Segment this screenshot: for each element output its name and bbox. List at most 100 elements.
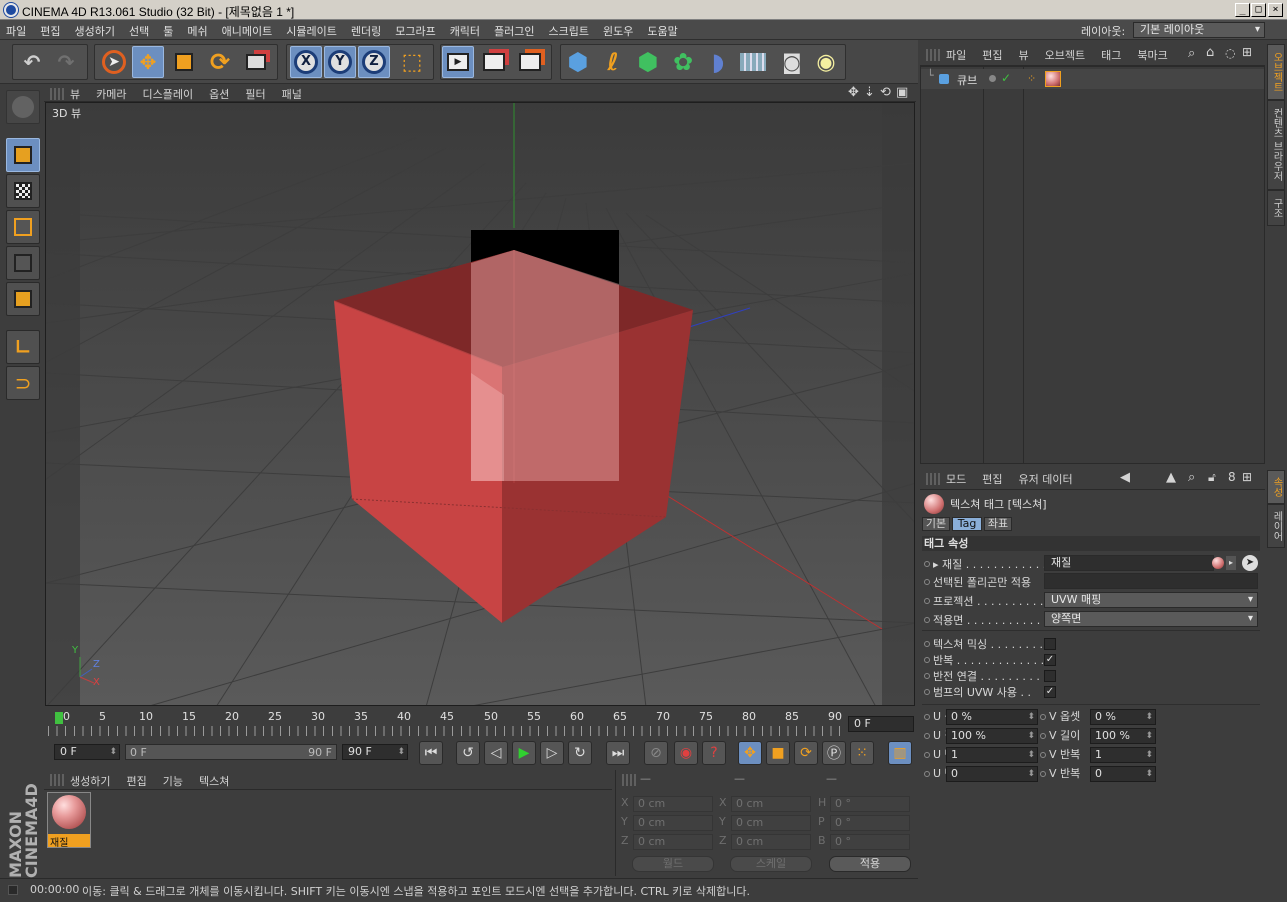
maximize-button[interactable]: □ (1251, 3, 1266, 17)
material-arrow-icon[interactable]: ▸ (1226, 556, 1236, 570)
viewport-zoom-icon[interactable]: ⇣ (864, 85, 875, 100)
panel-grip-icon[interactable] (50, 774, 64, 786)
apply-button[interactable]: 적용 (829, 856, 911, 872)
repetitions-u-field[interactable]: 0 (946, 766, 1038, 782)
go-to-end-icon[interactable]: ⏭ (606, 741, 630, 765)
model-mode-icon[interactable] (6, 90, 40, 124)
viewport-pan-icon[interactable]: ✥ (848, 85, 859, 100)
position-z-field[interactable]: 0 cm (633, 834, 713, 850)
rotation-b-field[interactable]: 0 ° (830, 834, 910, 850)
search-icon[interactable]: ⌕ (1188, 46, 1195, 61)
panel-grip-icon[interactable] (926, 49, 940, 61)
material-link-field[interactable]: 재질 (1044, 555, 1214, 571)
viewport-rotate-icon[interactable]: ⟲ (880, 85, 891, 100)
object-menu-view[interactable]: 뷰 (1019, 47, 1029, 63)
object-menu-objects[interactable]: 오브젝트 (1045, 47, 1085, 63)
menu-animate[interactable]: 애니메이트 (222, 23, 273, 39)
points-mode-icon[interactable] (6, 210, 40, 244)
menu-simulate[interactable]: 시뮬레이트 (286, 23, 337, 39)
menu-mesh[interactable]: 메쉬 (187, 23, 207, 39)
auto-keying-icon[interactable]: ◉ (674, 741, 698, 765)
search-icon[interactable]: ⌕ (1188, 470, 1195, 485)
panel-grip-icon[interactable] (50, 88, 64, 100)
seamless-checkbox[interactable] (1044, 670, 1056, 682)
spline-icon[interactable]: ℓ (597, 46, 629, 78)
coordinate-system-icon[interactable]: ⬚ (396, 46, 428, 78)
bump-checkbox[interactable]: ✓ (1044, 686, 1056, 698)
material-menu-create[interactable]: 생성하기 (70, 773, 110, 789)
tab-layers[interactable]: 레이어 (1267, 504, 1285, 548)
world-dropdown[interactable]: 월드 (632, 856, 714, 872)
mix-checkbox[interactable] (1044, 638, 1056, 650)
redo-icon[interactable]: ↷ (50, 46, 82, 78)
scale-icon[interactable] (168, 46, 200, 78)
viewport-menu-display[interactable]: 디스플레이 (143, 86, 194, 102)
nurbs-icon[interactable]: ⬢ (632, 46, 664, 78)
3d-viewport[interactable]: 3D 뷰 Y Z X (45, 102, 915, 706)
start-frame-field[interactable]: 0 F (54, 744, 120, 760)
visibility-dot-icon[interactable] (989, 75, 996, 82)
position-x-field[interactable]: 0 cm (633, 796, 713, 812)
attr-menu-mode[interactable]: 모드 (946, 471, 966, 487)
range-slider[interactable]: 0 F 90 F (125, 744, 337, 760)
projection-select[interactable]: UVW 매핑 (1044, 592, 1258, 608)
tab-structure[interactable]: 구조 (1267, 190, 1285, 226)
light-icon[interactable]: ◉ (810, 46, 842, 78)
menu-render[interactable]: 렌더링 (351, 23, 381, 39)
next-key-icon[interactable]: ↻ (568, 741, 592, 765)
viewport-menu-view[interactable]: 뷰 (70, 86, 80, 102)
current-frame-field[interactable]: 0 F (848, 716, 914, 732)
render-view-icon[interactable]: ▶ (442, 46, 474, 78)
attr-menu-user-data[interactable]: 유저 데이터 (1019, 471, 1073, 487)
material-menu-function[interactable]: 기능 (163, 773, 183, 789)
live-select-icon[interactable]: ➤ (98, 46, 130, 78)
tiles-v-field[interactable]: 1 (1090, 747, 1156, 763)
object-menu-file[interactable]: 파일 (946, 47, 966, 63)
rotation-h-field[interactable]: 0 ° (830, 796, 910, 812)
cube-primitive-icon[interactable]: ⬢ (562, 46, 594, 78)
link-icon[interactable]: 8 (1228, 470, 1236, 484)
polygons-mode-icon[interactable] (6, 282, 40, 316)
up-arrow-icon[interactable]: ▲ (1166, 470, 1176, 485)
end-frame-field[interactable]: 90 F (342, 744, 408, 760)
offset-v-field[interactable]: 0 % (1090, 709, 1156, 725)
undo-icon[interactable]: ↶ (16, 46, 48, 78)
texture-tag-icon[interactable] (1045, 71, 1061, 87)
key-pla-icon[interactable]: ⁙ (850, 741, 874, 765)
length-u-field[interactable]: 100 % (946, 728, 1038, 744)
viewport-menu-panel[interactable]: 패널 (282, 86, 302, 102)
rotate-icon[interactable]: ⟳ (204, 46, 236, 78)
playhead-marker[interactable] (55, 712, 63, 724)
tile-checkbox[interactable]: ✓ (1044, 654, 1056, 666)
tab-attributes[interactable]: 속성 (1267, 470, 1285, 504)
layout-select[interactable]: 기본 레이아웃 (1133, 22, 1265, 38)
scale-dropdown[interactable]: 스케일 (730, 856, 812, 872)
viewport-menu-filter[interactable]: 필터 (245, 86, 265, 102)
material-thumbnail[interactable]: 재질 (47, 792, 91, 849)
camera-icon[interactable]: ◙ (776, 46, 808, 78)
timeline-options-icon[interactable]: ▥ (888, 741, 912, 765)
panel-grip-icon[interactable] (622, 774, 636, 786)
repetitions-v-field[interactable]: 0 (1090, 766, 1156, 782)
position-y-field[interactable]: 0 cm (633, 815, 713, 831)
go-to-start-icon[interactable]: ⏮ (419, 741, 443, 765)
pick-material-icon[interactable]: ➤ (1242, 555, 1258, 571)
timeline-ruler[interactable]: 0 5 10 15 20 25 30 35 40 45 50 55 60 65 … (44, 708, 846, 738)
key-position-icon[interactable]: ✥ (738, 741, 762, 765)
viewport-maximize-icon[interactable]: ▣ (896, 85, 908, 100)
menu-tools[interactable]: 툴 (163, 23, 173, 39)
tab-basic[interactable]: 기본 (922, 517, 950, 531)
material-menu-edit[interactable]: 편집 (126, 773, 146, 789)
floor-icon[interactable] (737, 46, 769, 78)
selection-field[interactable] (1044, 573, 1258, 589)
menu-mograph[interactable]: 모그라프 (395, 23, 435, 39)
size-y-field[interactable]: 0 cm (731, 815, 811, 831)
menu-file[interactable]: 파일 (6, 23, 26, 39)
tab-content-browser[interactable]: 컨텐츠 브라우저 (1267, 100, 1285, 190)
object-menu-tags[interactable]: 태그 (1101, 47, 1121, 63)
phong-tag-icon[interactable]: ⁘ (1027, 72, 1036, 85)
new-panel-icon[interactable]: ⊞ (1242, 45, 1252, 59)
home-icon[interactable]: ⌂ (1206, 45, 1214, 60)
menu-edit[interactable]: 편집 (40, 23, 60, 39)
play-icon[interactable]: ▶ (512, 741, 536, 765)
